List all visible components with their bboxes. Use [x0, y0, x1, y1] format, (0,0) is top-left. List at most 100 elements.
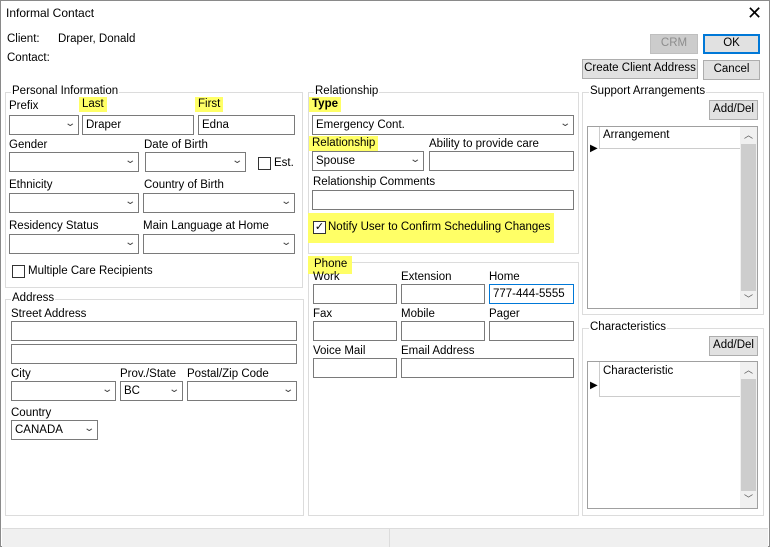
- city-label: City: [11, 368, 31, 380]
- prefix-combobox[interactable]: ⌄: [9, 115, 79, 135]
- contact-label: Contact:: [7, 52, 50, 64]
- prefix-label: Prefix: [9, 100, 39, 112]
- group-label: Characteristics: [589, 321, 668, 333]
- chevron-down-icon: ⌄: [279, 196, 292, 207]
- chevron-down-icon: ⌄: [123, 237, 136, 248]
- relationship-label: Relationship: [309, 136, 379, 151]
- arrangement-column-header[interactable]: Arrangement: [599, 127, 742, 149]
- dob-picker[interactable]: ⌄: [145, 152, 246, 172]
- characteristics-add-del-button[interactable]: Add/Del: [709, 336, 758, 356]
- chevron-down-icon: ⌄: [167, 384, 180, 395]
- last-label: Last: [79, 97, 107, 112]
- informal-contact-dialog: Informal Contact ✕ Client: Draper, Donal…: [0, 0, 770, 547]
- work-phone-input[interactable]: [313, 284, 397, 304]
- prov-state-combobox[interactable]: BC ⌄: [120, 381, 183, 401]
- notify-label: Notify User to Confirm Scheduling Change…: [328, 221, 551, 233]
- gender-label: Gender: [9, 139, 48, 151]
- client-label: Client:: [7, 33, 40, 45]
- residency-status-combobox[interactable]: ⌄: [9, 234, 139, 254]
- client-value: Draper, Donald: [58, 33, 136, 45]
- country-combobox[interactable]: CANADA ⌄: [11, 420, 98, 440]
- scroll-up-icon[interactable]: ︿: [740, 362, 757, 379]
- group-label: Personal Information: [11, 85, 120, 97]
- chevron-down-icon: ⌄: [123, 155, 136, 166]
- status-bar: [2, 528, 768, 547]
- first-label: First: [195, 97, 224, 112]
- characteristic-column-header[interactable]: Characteristic: [599, 362, 742, 397]
- arrangements-grid[interactable]: Arrangement ▶ ︿ ﹀: [587, 126, 758, 309]
- chevron-down-icon: ⌄: [281, 384, 294, 395]
- postal-code-label: Postal/Zip Code: [187, 368, 269, 380]
- relationship-comments-label: Relationship Comments: [313, 176, 436, 188]
- email-label: Email Address: [401, 345, 475, 357]
- street-address-line1-input[interactable]: [11, 321, 297, 341]
- ability-label: Ability to provide care: [429, 138, 539, 150]
- fax-label: Fax: [313, 308, 333, 320]
- relationship-value: Spouse: [316, 155, 356, 167]
- first-name-input[interactable]: Edna: [198, 115, 295, 135]
- characteristics-grid[interactable]: Characteristic ▶ ︿ ﹀: [587, 361, 758, 509]
- relationship-comments-input[interactable]: [312, 190, 574, 210]
- main-language-combobox[interactable]: ⌄: [143, 234, 295, 254]
- scroll-down-icon[interactable]: ﹀: [740, 291, 757, 308]
- chevron-down-icon: ⌄: [100, 384, 113, 395]
- group-label: Relationship: [314, 85, 380, 97]
- postal-code-combobox[interactable]: ⌄: [187, 381, 297, 401]
- country-of-birth-label: Country of Birth: [144, 179, 224, 191]
- home-phone-input[interactable]: 777-444-5555: [489, 284, 574, 304]
- relationship-combobox[interactable]: Spouse ⌄: [312, 151, 424, 171]
- type-label: Type: [309, 97, 341, 112]
- close-icon[interactable]: ✕: [747, 3, 762, 24]
- type-combobox[interactable]: Emergency Cont. ⌄: [312, 115, 574, 135]
- email-input[interactable]: [401, 358, 574, 378]
- notify-checkbox[interactable]: ✓: [313, 221, 326, 234]
- support-add-del-button[interactable]: Add/Del: [709, 100, 758, 120]
- pager-input[interactable]: [489, 321, 574, 341]
- dob-label: Date of Birth: [144, 139, 208, 151]
- gender-combobox[interactable]: ⌄: [9, 152, 139, 172]
- mobile-input[interactable]: [401, 321, 485, 341]
- window-title: Informal Contact: [6, 6, 95, 20]
- last-name-input[interactable]: Draper: [82, 115, 194, 135]
- est-checkbox[interactable]: [258, 157, 271, 170]
- home-label: Home: [489, 271, 520, 283]
- work-label: Work: [313, 271, 340, 283]
- scroll-down-icon[interactable]: ﹀: [740, 491, 757, 508]
- create-client-address-button[interactable]: Create Client Address: [582, 59, 698, 79]
- group-label: Address: [11, 292, 56, 304]
- mobile-label: Mobile: [401, 308, 435, 320]
- ability-input[interactable]: [429, 151, 574, 171]
- city-combobox[interactable]: ⌄: [11, 381, 116, 401]
- multiple-care-recipients-label: Multiple Care Recipients: [28, 265, 153, 277]
- chevron-down-icon: ⌄: [63, 118, 76, 129]
- multiple-care-recipients-checkbox[interactable]: [12, 265, 25, 278]
- cancel-button[interactable]: Cancel: [703, 60, 760, 80]
- voice-mail-input[interactable]: [313, 358, 397, 378]
- characteristics-scrollbar[interactable]: ︿ ﹀: [740, 362, 757, 508]
- extension-input[interactable]: [401, 284, 485, 304]
- main-language-label: Main Language at Home: [143, 220, 269, 232]
- fax-input[interactable]: [313, 321, 397, 341]
- street-address-line2-input[interactable]: [11, 344, 297, 364]
- arrangements-scrollbar[interactable]: ︿ ﹀: [740, 127, 757, 308]
- prov-value: BC: [124, 385, 140, 397]
- scroll-thumb[interactable]: [741, 379, 756, 491]
- row-pointer-icon: ▶: [590, 380, 598, 391]
- crm-button[interactable]: CRM: [650, 34, 698, 54]
- scroll-up-icon[interactable]: ︿: [740, 127, 757, 144]
- country-of-birth-combobox[interactable]: ⌄: [143, 193, 295, 213]
- chevron-down-icon: ⌄: [279, 237, 292, 248]
- scroll-thumb[interactable]: [741, 144, 756, 291]
- ethnicity-label: Ethnicity: [9, 179, 53, 191]
- street-address-label: Street Address: [11, 308, 87, 320]
- chevron-down-icon: ⌄: [123, 196, 136, 207]
- country-label: Country: [11, 407, 52, 419]
- ethnicity-combobox[interactable]: ⌄: [9, 193, 139, 213]
- voice-mail-label: Voice Mail: [313, 345, 366, 357]
- row-pointer-icon: ▶: [590, 143, 598, 154]
- country-value: CANADA: [15, 424, 63, 436]
- chevron-down-icon: ⌄: [230, 155, 243, 166]
- chevron-down-icon: ⌄: [82, 423, 95, 434]
- type-value: Emergency Cont.: [316, 119, 405, 131]
- ok-button[interactable]: OK: [703, 34, 760, 54]
